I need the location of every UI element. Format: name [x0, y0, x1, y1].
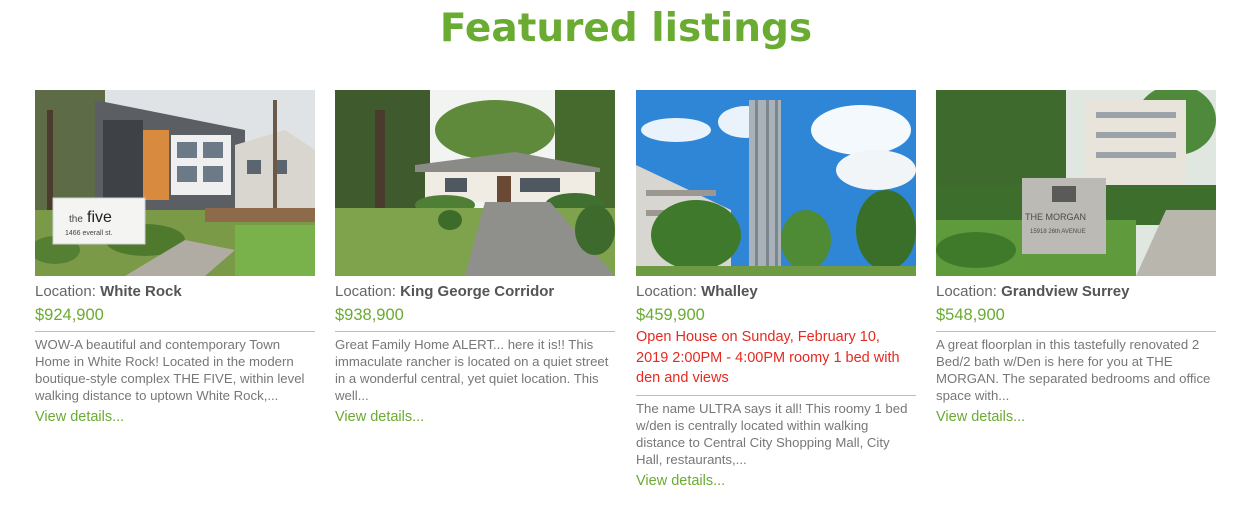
listing-location: Location: White Rock	[35, 283, 182, 300]
listing-card: THE MORGAN 15918 26th AVENUE Location: G…	[936, 90, 1216, 426]
listing-description: The name ULTRA says it all! This roomy 1…	[636, 400, 908, 467]
open-house-notice: Open House on Sunday, February 10, 2019 …	[636, 327, 916, 396]
listing-photo[interactable]: THE MORGAN 15918 26th AVENUE	[936, 90, 1216, 276]
location-name: White Rock	[100, 283, 182, 300]
sign-text-address: 1466 everall st.	[65, 230, 113, 237]
listing-description: A great floorplan in this tastefully ren…	[936, 337, 1211, 403]
sign-text-small: the	[69, 214, 83, 225]
listing-price: $938,900	[335, 305, 615, 332]
location-name: Whalley	[701, 283, 758, 300]
listing-card: the five 1466 everall st. Location: Whit…	[35, 90, 315, 426]
listing-price: $924,900	[35, 305, 315, 332]
view-details-link[interactable]: View details...	[636, 472, 916, 490]
listing-card: Location: King George Corridor $938,900 …	[335, 90, 615, 426]
listing-photo[interactable]	[636, 90, 916, 276]
listing-location: Location: Whalley	[636, 283, 758, 300]
listing-price: $459,900	[636, 306, 705, 324]
view-details-link[interactable]: View details...	[35, 408, 315, 426]
location-name: Grandview Surrey	[1001, 283, 1130, 300]
location-name: King George Corridor	[400, 283, 555, 300]
section-title: Featured listings	[439, 6, 813, 51]
listing-description: Great Family Home ALERT... here it is!! …	[335, 337, 609, 403]
listing-description: WOW-A beautiful and contemporary Town Ho…	[35, 337, 305, 403]
view-details-link[interactable]: View details...	[335, 408, 615, 426]
listing-card: Location: Whalley $459,900 Open House on…	[636, 90, 916, 490]
listing-location: Location: Grandview Surrey	[936, 283, 1130, 300]
listing-photo[interactable]: the five 1466 everall st.	[35, 90, 315, 276]
listing-price: $548,900	[936, 305, 1216, 332]
listing-location: Location: King George Corridor	[335, 283, 555, 300]
listing-photo[interactable]	[335, 90, 615, 276]
view-details-link[interactable]: View details...	[936, 408, 1216, 426]
sign-text-address: 15918 26th AVENUE	[1030, 229, 1086, 235]
sign-text-big: five	[87, 209, 112, 226]
sign-text: THE MORGAN	[1025, 212, 1086, 222]
